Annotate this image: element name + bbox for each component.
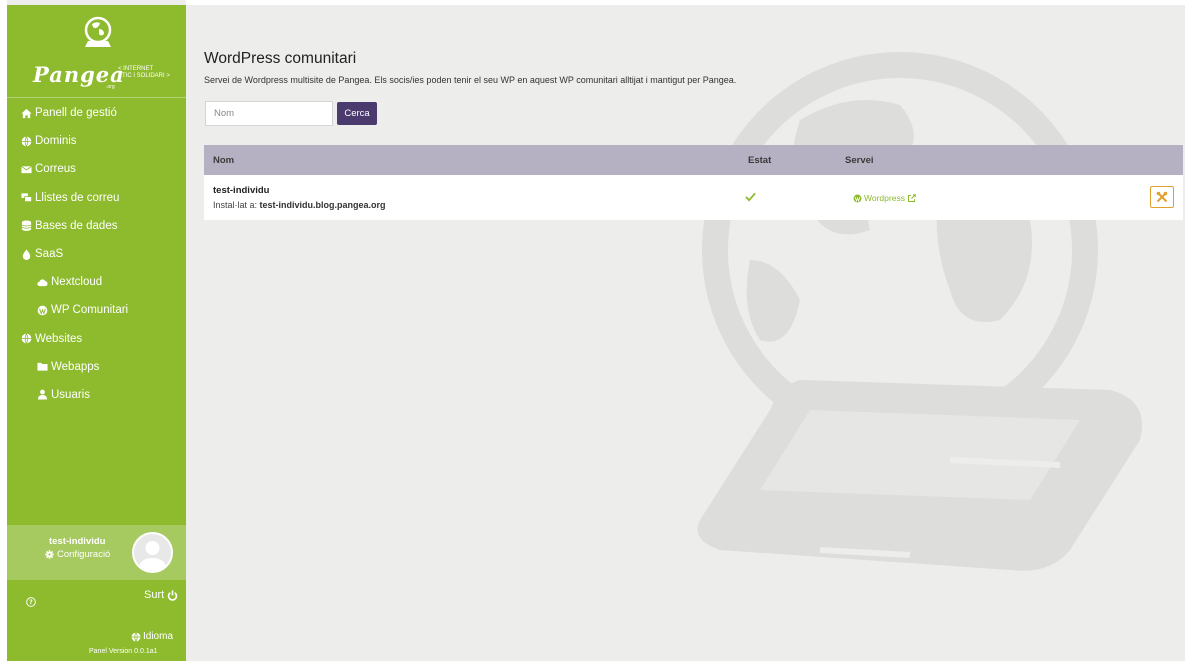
logout-label: Surt: [144, 589, 165, 601]
page-description: Servei de Wordpress multisite de Pangea.…: [204, 75, 737, 85]
sidebar-item-nextcloud[interactable]: Nextcloud: [7, 268, 186, 296]
sidebar-item-label: Correus: [35, 163, 76, 176]
wordpress-icon: [37, 305, 48, 316]
username: test-individu: [49, 536, 106, 547]
sidebar-item-label: Websites: [35, 332, 83, 345]
user-panel: test-individu Configuració: [7, 525, 186, 580]
help-icon[interactable]: ?: [26, 597, 36, 607]
avatar[interactable]: [132, 532, 173, 573]
row-installed-url[interactable]: test-individu.blog.pangea.org: [260, 200, 386, 210]
sidebar-item-panell[interactable]: Panell de gestió: [7, 99, 186, 127]
service-label: Wordpress: [864, 193, 905, 203]
gear-icon: [45, 550, 54, 559]
sidebar-item-saas[interactable]: SaaS: [7, 240, 186, 268]
sidebar-item-wp-comunitari[interactable]: WP Comunitari: [7, 296, 186, 324]
power-icon: [167, 589, 178, 601]
background-globe-watermark: [697, 52, 1142, 571]
row-name: test-individu: [213, 185, 270, 196]
wordpress-icon: [853, 194, 862, 202]
left-edge: [0, 0, 7, 661]
envelope-icon: [21, 165, 32, 174]
globe-icon: [21, 333, 32, 344]
sidebar-item-webapps[interactable]: Webapps: [7, 353, 186, 381]
logout-button[interactable]: Surt: [144, 589, 178, 601]
cloud-icon: [37, 279, 48, 286]
table-header: Nom Estat Servei: [204, 145, 1183, 175]
sidebar-item-label: Usuaris: [51, 388, 90, 401]
drop-icon: [22, 248, 31, 260]
search-input[interactable]: [205, 101, 333, 126]
mailing-list-icon: [21, 193, 32, 203]
sidebar-item-label: Webapps: [51, 360, 100, 373]
sidebar-item-dominis[interactable]: Dominis: [7, 127, 186, 155]
page-title: WordPress comunitari: [204, 50, 357, 67]
language-label: Idioma: [143, 631, 174, 642]
brand-suffix: .org: [106, 84, 115, 90]
row-installed-at: Instal·lat a: test-individu.blog.pangea.…: [213, 200, 386, 210]
user-icon: [37, 390, 48, 401]
pangea-logo[interactable]: Pangea < INTERNET ÈTIC I SOLIDARI > .org: [7, 5, 186, 97]
column-header-service[interactable]: Servei: [845, 155, 874, 166]
globe-icon: [21, 136, 32, 147]
sidebar-nav: Panell de gestió Dominis Correus Llistes…: [7, 99, 186, 409]
sidebar: Pangea < INTERNET ÈTIC I SOLIDARI > .org…: [7, 5, 186, 661]
search-button[interactable]: Cerca: [337, 102, 377, 125]
sidebar-item-correus[interactable]: Correus: [7, 155, 186, 183]
brand-tagline: < INTERNET ÈTIC I SOLIDARI >: [118, 66, 170, 79]
sidebar-item-websites[interactable]: Websites: [7, 325, 186, 353]
config-link[interactable]: Configuració: [45, 549, 110, 560]
column-header-status[interactable]: Estat: [748, 155, 771, 166]
tools-icon: [1156, 191, 1168, 203]
sidebar-item-label: SaaS: [35, 248, 64, 261]
service-link[interactable]: Wordpress: [853, 193, 916, 203]
settings-tools-button[interactable]: [1150, 186, 1174, 208]
top-strip: [186, 0, 1185, 5]
home-icon: [21, 108, 32, 118]
panel-version: Panel Version 0.0.1a1: [89, 648, 158, 655]
database-icon: [21, 220, 32, 232]
sidebar-item-label: Nextcloud: [51, 276, 103, 289]
sidebar-item-usuaris[interactable]: Usuaris: [7, 381, 186, 409]
sidebar-item-label: WP Comunitari: [51, 304, 129, 317]
sidebar-item-llistes[interactable]: Llistes de correu: [7, 184, 186, 212]
column-header-name[interactable]: Nom: [213, 155, 234, 166]
sidebar-item-bases[interactable]: Bases de dades: [7, 212, 186, 240]
table-row: test-individu Instal·lat a: test-individ…: [204, 175, 1183, 220]
sidebar-item-label: Dominis: [35, 135, 77, 148]
folder-icon: [37, 363, 48, 371]
globe-icon: [131, 631, 141, 642]
language-selector[interactable]: Idioma: [131, 631, 173, 642]
avatar-user-icon: [138, 541, 167, 571]
check-icon: [745, 192, 756, 202]
config-label: Configuració: [57, 549, 111, 560]
nav-divider: [7, 97, 186, 98]
sidebar-item-label: Llistes de correu: [35, 191, 120, 204]
globe-logo-icon: [84, 16, 112, 47]
sidebar-item-label: Panell de gestió: [35, 107, 117, 120]
sidebar-item-label: Bases de dades: [35, 219, 118, 232]
external-link-icon: [907, 193, 916, 202]
svg-text:?: ?: [29, 599, 33, 606]
